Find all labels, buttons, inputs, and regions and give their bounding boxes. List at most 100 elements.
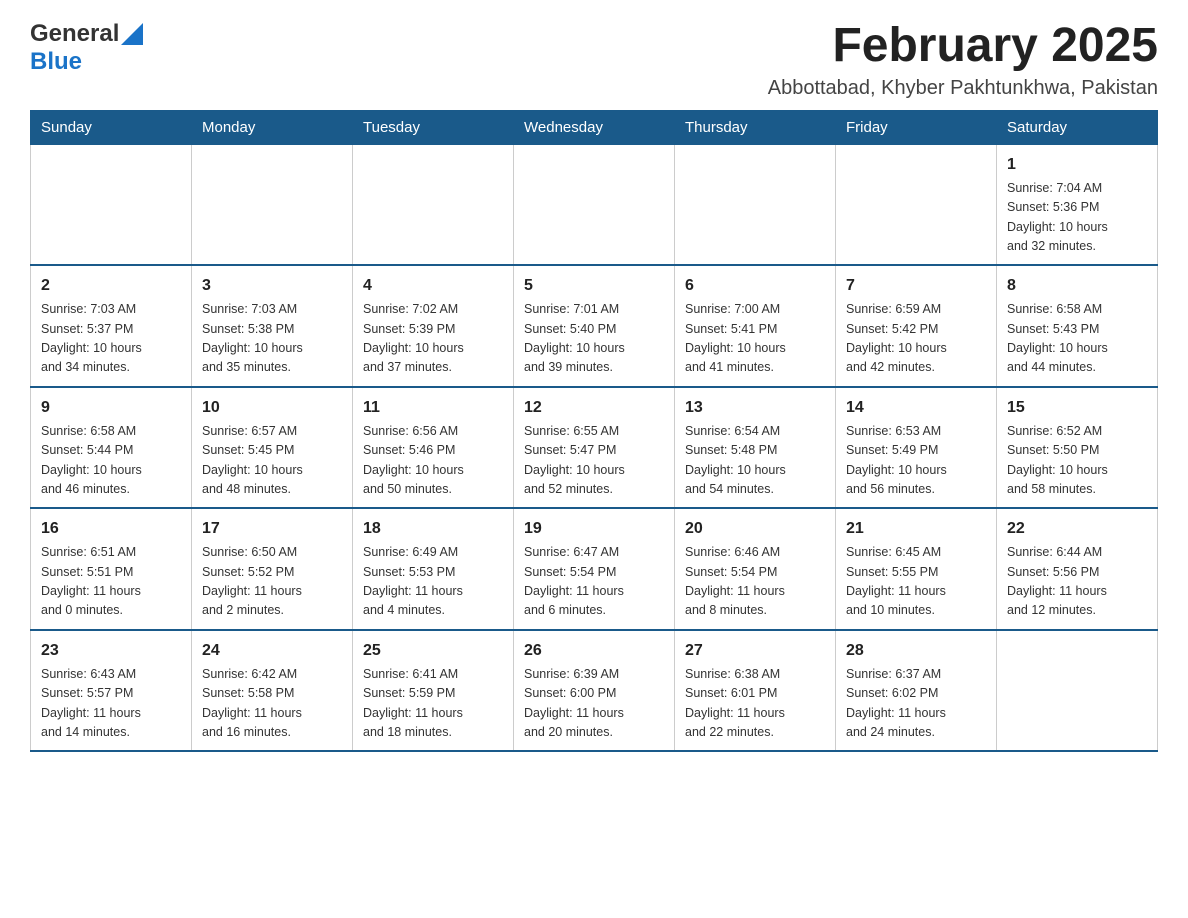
calendar-cell: 3Sunrise: 7:03 AM Sunset: 5:38 PM Daylig… <box>192 265 353 387</box>
day-info: Sunrise: 6:43 AM Sunset: 5:57 PM Dayligh… <box>41 665 181 743</box>
calendar-table: SundayMondayTuesdayWednesdayThursdayFrid… <box>30 110 1158 753</box>
calendar-cell: 5Sunrise: 7:01 AM Sunset: 5:40 PM Daylig… <box>514 265 675 387</box>
day-header-sunday: Sunday <box>31 110 192 144</box>
day-info: Sunrise: 6:37 AM Sunset: 6:02 PM Dayligh… <box>846 665 986 743</box>
calendar-week-row: 23Sunrise: 6:43 AM Sunset: 5:57 PM Dayli… <box>31 630 1158 752</box>
calendar-cell: 10Sunrise: 6:57 AM Sunset: 5:45 PM Dayli… <box>192 387 353 509</box>
calendar-cell: 9Sunrise: 6:58 AM Sunset: 5:44 PM Daylig… <box>31 387 192 509</box>
day-info: Sunrise: 7:03 AM Sunset: 5:37 PM Dayligh… <box>41 300 181 378</box>
calendar-cell: 22Sunrise: 6:44 AM Sunset: 5:56 PM Dayli… <box>997 508 1158 630</box>
calendar-cell <box>31 144 192 265</box>
calendar-week-row: 16Sunrise: 6:51 AM Sunset: 5:51 PM Dayli… <box>31 508 1158 630</box>
calendar-cell: 6Sunrise: 7:00 AM Sunset: 5:41 PM Daylig… <box>675 265 836 387</box>
calendar-cell: 13Sunrise: 6:54 AM Sunset: 5:48 PM Dayli… <box>675 387 836 509</box>
page-header: General Blue February 2025 Abbottabad, K… <box>30 20 1158 100</box>
day-number: 9 <box>41 396 181 420</box>
calendar-cell: 26Sunrise: 6:39 AM Sunset: 6:00 PM Dayli… <box>514 630 675 752</box>
calendar-cell: 7Sunrise: 6:59 AM Sunset: 5:42 PM Daylig… <box>836 265 997 387</box>
calendar-cell: 21Sunrise: 6:45 AM Sunset: 5:55 PM Dayli… <box>836 508 997 630</box>
calendar-cell: 20Sunrise: 6:46 AM Sunset: 5:54 PM Dayli… <box>675 508 836 630</box>
calendar-cell: 28Sunrise: 6:37 AM Sunset: 6:02 PM Dayli… <box>836 630 997 752</box>
day-info: Sunrise: 6:42 AM Sunset: 5:58 PM Dayligh… <box>202 665 342 743</box>
day-number: 28 <box>846 639 986 663</box>
calendar-week-row: 9Sunrise: 6:58 AM Sunset: 5:44 PM Daylig… <box>31 387 1158 509</box>
logo: General Blue <box>30 20 143 76</box>
day-info: Sunrise: 6:54 AM Sunset: 5:48 PM Dayligh… <box>685 422 825 500</box>
calendar-cell <box>514 144 675 265</box>
day-number: 23 <box>41 639 181 663</box>
calendar-cell <box>997 630 1158 752</box>
day-number: 3 <box>202 274 342 298</box>
calendar-cell: 18Sunrise: 6:49 AM Sunset: 5:53 PM Dayli… <box>353 508 514 630</box>
day-info: Sunrise: 6:51 AM Sunset: 5:51 PM Dayligh… <box>41 543 181 621</box>
day-info: Sunrise: 6:57 AM Sunset: 5:45 PM Dayligh… <box>202 422 342 500</box>
calendar-cell <box>192 144 353 265</box>
calendar-cell: 14Sunrise: 6:53 AM Sunset: 5:49 PM Dayli… <box>836 387 997 509</box>
day-info: Sunrise: 6:52 AM Sunset: 5:50 PM Dayligh… <box>1007 422 1147 500</box>
day-info: Sunrise: 6:59 AM Sunset: 5:42 PM Dayligh… <box>846 300 986 378</box>
calendar-title: February 2025 <box>768 20 1158 73</box>
day-info: Sunrise: 6:56 AM Sunset: 5:46 PM Dayligh… <box>363 422 503 500</box>
day-number: 16 <box>41 517 181 541</box>
day-info: Sunrise: 7:02 AM Sunset: 5:39 PM Dayligh… <box>363 300 503 378</box>
day-header-saturday: Saturday <box>997 110 1158 144</box>
day-number: 12 <box>524 396 664 420</box>
day-header-friday: Friday <box>836 110 997 144</box>
calendar-cell: 16Sunrise: 6:51 AM Sunset: 5:51 PM Dayli… <box>31 508 192 630</box>
calendar-cell: 19Sunrise: 6:47 AM Sunset: 5:54 PM Dayli… <box>514 508 675 630</box>
day-info: Sunrise: 6:58 AM Sunset: 5:44 PM Dayligh… <box>41 422 181 500</box>
day-number: 20 <box>685 517 825 541</box>
day-info: Sunrise: 7:03 AM Sunset: 5:38 PM Dayligh… <box>202 300 342 378</box>
day-number: 14 <box>846 396 986 420</box>
day-number: 4 <box>363 274 503 298</box>
day-header-wednesday: Wednesday <box>514 110 675 144</box>
calendar-cell: 17Sunrise: 6:50 AM Sunset: 5:52 PM Dayli… <box>192 508 353 630</box>
calendar-subtitle: Abbottabad, Khyber Pakhtunkhwa, Pakistan <box>768 77 1158 100</box>
calendar-cell: 27Sunrise: 6:38 AM Sunset: 6:01 PM Dayli… <box>675 630 836 752</box>
calendar-cell: 24Sunrise: 6:42 AM Sunset: 5:58 PM Dayli… <box>192 630 353 752</box>
day-number: 27 <box>685 639 825 663</box>
day-number: 7 <box>846 274 986 298</box>
day-number: 18 <box>363 517 503 541</box>
day-number: 10 <box>202 396 342 420</box>
day-number: 5 <box>524 274 664 298</box>
day-info: Sunrise: 6:53 AM Sunset: 5:49 PM Dayligh… <box>846 422 986 500</box>
day-info: Sunrise: 6:44 AM Sunset: 5:56 PM Dayligh… <box>1007 543 1147 621</box>
day-number: 6 <box>685 274 825 298</box>
day-number: 11 <box>363 396 503 420</box>
logo-blue-text: Blue <box>30 48 82 75</box>
day-number: 19 <box>524 517 664 541</box>
calendar-week-row: 2Sunrise: 7:03 AM Sunset: 5:37 PM Daylig… <box>31 265 1158 387</box>
day-number: 8 <box>1007 274 1147 298</box>
day-header-thursday: Thursday <box>675 110 836 144</box>
day-number: 25 <box>363 639 503 663</box>
calendar-cell: 25Sunrise: 6:41 AM Sunset: 5:59 PM Dayli… <box>353 630 514 752</box>
calendar-cell: 15Sunrise: 6:52 AM Sunset: 5:50 PM Dayli… <box>997 387 1158 509</box>
logo-triangle-icon <box>121 23 143 45</box>
day-info: Sunrise: 6:46 AM Sunset: 5:54 PM Dayligh… <box>685 543 825 621</box>
day-number: 2 <box>41 274 181 298</box>
day-info: Sunrise: 7:04 AM Sunset: 5:36 PM Dayligh… <box>1007 179 1147 257</box>
calendar-cell <box>836 144 997 265</box>
title-section: February 2025 Abbottabad, Khyber Pakhtun… <box>768 20 1158 100</box>
day-header-tuesday: Tuesday <box>353 110 514 144</box>
day-header-monday: Monday <box>192 110 353 144</box>
day-number: 21 <box>846 517 986 541</box>
calendar-header-row: SundayMondayTuesdayWednesdayThursdayFrid… <box>31 110 1158 144</box>
day-info: Sunrise: 6:45 AM Sunset: 5:55 PM Dayligh… <box>846 543 986 621</box>
calendar-cell <box>353 144 514 265</box>
day-info: Sunrise: 6:49 AM Sunset: 5:53 PM Dayligh… <box>363 543 503 621</box>
day-number: 24 <box>202 639 342 663</box>
day-number: 22 <box>1007 517 1147 541</box>
day-info: Sunrise: 6:38 AM Sunset: 6:01 PM Dayligh… <box>685 665 825 743</box>
calendar-cell <box>675 144 836 265</box>
day-number: 26 <box>524 639 664 663</box>
day-info: Sunrise: 6:47 AM Sunset: 5:54 PM Dayligh… <box>524 543 664 621</box>
day-number: 1 <box>1007 153 1147 177</box>
day-info: Sunrise: 7:01 AM Sunset: 5:40 PM Dayligh… <box>524 300 664 378</box>
day-info: Sunrise: 7:00 AM Sunset: 5:41 PM Dayligh… <box>685 300 825 378</box>
day-info: Sunrise: 6:39 AM Sunset: 6:00 PM Dayligh… <box>524 665 664 743</box>
calendar-cell: 11Sunrise: 6:56 AM Sunset: 5:46 PM Dayli… <box>353 387 514 509</box>
calendar-cell: 23Sunrise: 6:43 AM Sunset: 5:57 PM Dayli… <box>31 630 192 752</box>
day-number: 13 <box>685 396 825 420</box>
